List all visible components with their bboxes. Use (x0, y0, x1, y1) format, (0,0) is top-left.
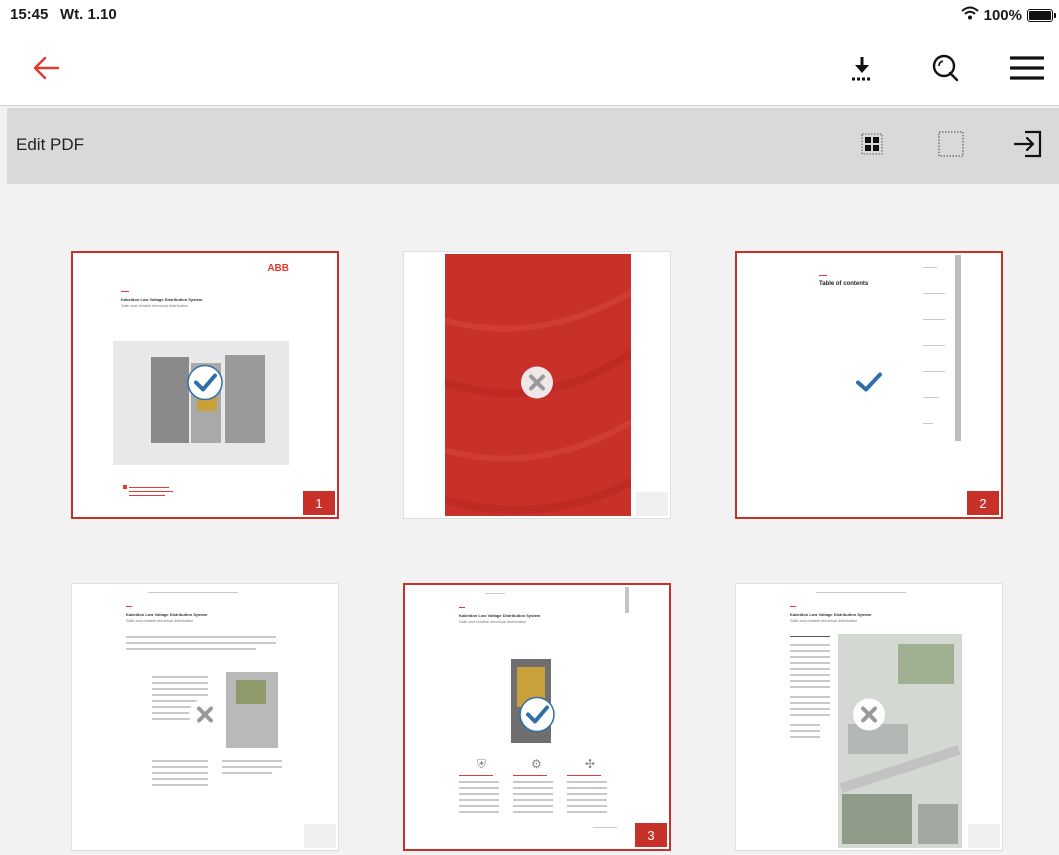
wifi-icon (960, 6, 979, 24)
status-right: 100% (960, 6, 1056, 24)
page-accent-line (121, 291, 129, 292)
back-button[interactable] (26, 50, 66, 90)
select-all-button[interactable] (856, 130, 888, 162)
top-nav-bar (0, 32, 1059, 106)
feature-icon: ✣ (585, 757, 596, 771)
excluded-x-icon (188, 698, 222, 737)
page-number-badge (968, 824, 1000, 848)
page-heading: Kabeldon Low Voltage Distribution System (459, 613, 541, 618)
page-number-badge (636, 492, 668, 516)
page-heading: Kabeldon Low Voltage Distribution System (126, 612, 208, 617)
abb-logo: ABB (267, 263, 289, 274)
selected-check-icon (187, 364, 223, 406)
feature-icon: ⛨ (477, 757, 487, 771)
page-subheading: Safe and reliable electrical distributio… (459, 619, 527, 624)
deselect-all-button[interactable] (935, 130, 967, 162)
page-illustration (838, 634, 962, 848)
page-subheading: Safe and reliable electrical distributio… (126, 618, 194, 623)
download-button[interactable] (842, 50, 882, 90)
page-thumbnail-1[interactable]: ABB Kabeldon Low Voltage Distribution Sy… (71, 251, 339, 519)
search-icon (931, 54, 959, 87)
page-heading: Kabeldon Low Voltage Distribution System (121, 297, 203, 302)
page-image (226, 672, 278, 748)
page-heading: Kabeldon Low Voltage Distribution System (790, 612, 872, 617)
page-number-badge: 2 (967, 491, 999, 515)
export-icon (1013, 129, 1043, 164)
excluded-x-icon (852, 698, 886, 737)
page-thumbnail-6[interactable]: Kabeldon Low Voltage Distribution System… (735, 583, 1003, 851)
page-number-badge: 3 (635, 823, 667, 847)
hamburger-menu-icon (1009, 54, 1045, 87)
download-icon (850, 54, 874, 87)
battery-icon (1027, 8, 1056, 22)
page-subheading: Safe and reliable electrical distributio… (790, 618, 858, 623)
arrow-left-icon (32, 56, 60, 85)
page-heading: Table of contents (819, 281, 869, 287)
page-thumbnail-2[interactable] (403, 251, 671, 519)
dotted-square-icon (938, 131, 964, 162)
selected-check-icon (854, 371, 884, 400)
menu-button[interactable] (1007, 50, 1047, 90)
battery-percent: 100% (983, 6, 1022, 24)
grid-select-all-icon (861, 133, 883, 160)
page-thumbnail-3[interactable]: Table of contents 2 (735, 251, 1003, 519)
excluded-x-icon (520, 366, 554, 405)
page-number-badge: 1 (303, 491, 335, 515)
status-time: 15:45 (10, 6, 49, 23)
status-date: Wt. 1.10 (60, 6, 117, 23)
export-button[interactable] (1012, 130, 1044, 162)
page-number-badge (304, 824, 336, 848)
edit-toolbar: Edit PDF (7, 108, 1059, 184)
feature-icon: ⚙ (531, 757, 542, 771)
selected-check-icon (519, 696, 555, 738)
search-button[interactable] (925, 50, 965, 90)
page-title: Edit PDF (16, 135, 85, 154)
page-thumbnail-5[interactable]: Kabeldon Low Voltage Distribution System… (403, 583, 671, 851)
status-bar: 15:45 Wt. 1.10 100% (0, 0, 1059, 32)
page-subheading: Safe and reliable electrical distributio… (121, 303, 189, 308)
page-thumbnail-4[interactable]: Kabeldon Low Voltage Distribution System… (71, 583, 339, 851)
